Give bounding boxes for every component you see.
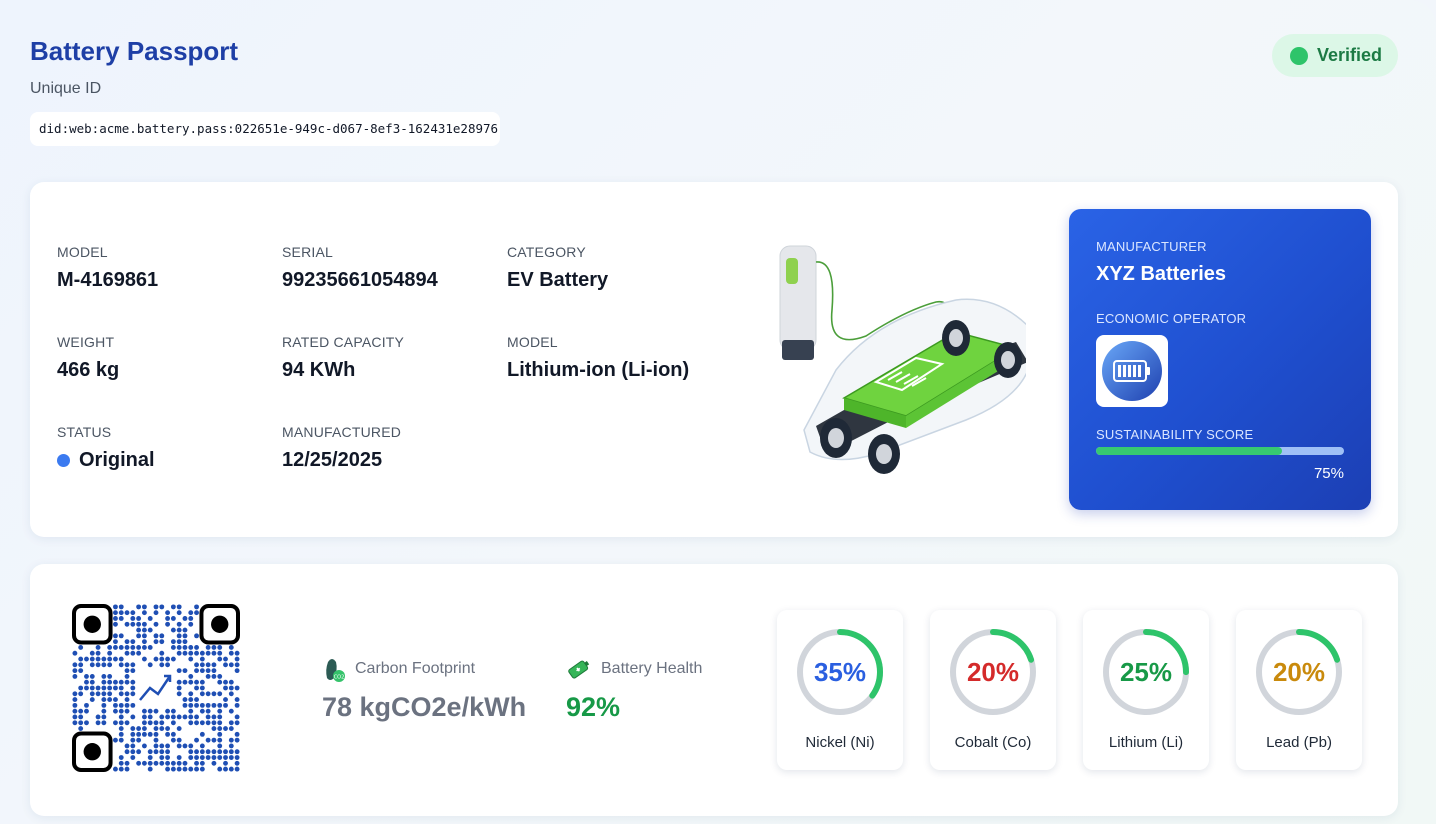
- material-percent: 35%: [813, 657, 867, 687]
- material-card: 20% Lead (Pb): [1236, 610, 1362, 770]
- page-title: Battery Passport: [30, 36, 239, 66]
- spec-status: STATUS Original: [57, 424, 155, 472]
- spec-weight-label: WEIGHT: [57, 334, 115, 350]
- material-card: 20% Cobalt (Co): [930, 610, 1056, 770]
- spec-capacity: RATED CAPACITY 94 KWh: [282, 334, 404, 382]
- qr-code[interactable]: [72, 604, 240, 772]
- spec-status-label: STATUS: [57, 424, 112, 440]
- spec-capacity-label: RATED CAPACITY: [282, 334, 405, 350]
- material-name: Lead (Pb): [1266, 734, 1332, 751]
- spec-model: MODEL M-4169861: [57, 244, 158, 292]
- status-dot-icon: [57, 454, 70, 467]
- spec-chemistry-value: Lithium-ion (Li-ion): [507, 359, 690, 381]
- footprint-icon: CO2: [326, 659, 345, 682]
- material-percent: 20%: [1272, 657, 1326, 687]
- carbon-footprint-metric: CO2 Carbon Footprint 78 kgCO2e/kWh: [322, 656, 526, 723]
- material-percent: 20%: [966, 657, 1020, 687]
- spec-chemistry-label: MODEL: [507, 334, 558, 350]
- spec-status-value: Original: [79, 449, 155, 471]
- spec-capacity-value: 94 KWh: [282, 359, 356, 381]
- material-percent: 25%: [1119, 657, 1173, 687]
- spec-category-value: EV Battery: [507, 269, 609, 291]
- sustainability-score-fill: [1096, 447, 1282, 455]
- manufacturer-name: XYZ Batteries: [1096, 263, 1227, 285]
- sustainability-score-bar: [1096, 447, 1344, 455]
- qr-finder-pattern: [72, 604, 113, 645]
- battery-logo-icon: [1102, 341, 1162, 401]
- unique-id-label: Unique ID: [30, 80, 102, 97]
- material-card: 35% Nickel (Ni): [777, 610, 903, 770]
- material-name: Nickel (Ni): [805, 734, 875, 751]
- battery-health-metric: Battery Health 92%: [566, 656, 702, 723]
- carbon-footprint-value: 78 kgCO2e/kWh: [322, 692, 527, 722]
- qr-finder-pattern: [72, 731, 113, 772]
- battery-health-label: Battery Health: [601, 660, 703, 677]
- battery-health-icon: [568, 660, 590, 679]
- sustainability-card: CO2 Carbon Footprint 78 kgCO2e/kWh Batte…: [30, 564, 1398, 816]
- carbon-footprint-label: Carbon Footprint: [355, 660, 476, 677]
- economic-operator-logo[interactable]: [1096, 335, 1168, 407]
- page-edge: [1436, 0, 1446, 824]
- spec-model-value: M-4169861: [57, 269, 159, 291]
- spec-category: CATEGORY EV Battery: [507, 244, 608, 292]
- spec-serial-label: SERIAL: [282, 244, 333, 260]
- manufacturer-panel: MANUFACTURER XYZ Batteries ECONOMIC OPER…: [1069, 209, 1371, 510]
- spec-chemistry: MODEL Lithium-ion (Li-ion): [507, 334, 689, 382]
- verified-label: Verified: [1317, 45, 1383, 65]
- spec-model-label: MODEL: [57, 244, 108, 260]
- material-name: Lithium (Li): [1108, 734, 1184, 751]
- qr-finder-pattern: [199, 604, 240, 645]
- spec-category-label: CATEGORY: [507, 244, 586, 260]
- manufacturer-label: MANUFACTURER: [1096, 239, 1207, 254]
- ev-battery-illustration: [779, 245, 1026, 474]
- spec-weight-value: 466 kg: [57, 359, 120, 381]
- spec-manufactured-label: MANUFACTURED: [282, 424, 402, 440]
- material-name: Cobalt (Co): [954, 734, 1032, 751]
- spec-status-row: Original: [57, 449, 155, 472]
- verified-badge: Verified: [1272, 34, 1398, 77]
- spec-serial-value: 99235661054894: [282, 269, 438, 291]
- battery-details-card: MODEL M-4169861 SERIAL 99235661054894 CA…: [30, 182, 1398, 537]
- material-card: 25% Lithium (Li): [1083, 610, 1209, 770]
- unique-id-value[interactable]: did:web:acme.battery.pass:022651e-949c-d…: [30, 112, 500, 146]
- verified-dot-icon: [1290, 46, 1308, 65]
- spec-serial: SERIAL 99235661054894: [282, 244, 438, 292]
- sustainability-score-label: SUSTAINABILITY SCORE: [1096, 427, 1254, 442]
- spec-manufactured-value: 12/25/2025: [282, 449, 383, 471]
- battery-health-value: 92%: [566, 692, 621, 722]
- spec-manufactured: MANUFACTURED 12/25/2025: [282, 424, 401, 472]
- spec-weight: WEIGHT 466 kg: [57, 334, 119, 382]
- economic-operator-label: ECONOMIC OPERATOR: [1096, 311, 1247, 326]
- sustainability-score-value: 75%: [1313, 465, 1344, 482]
- svg-text:CO2: CO2: [334, 675, 345, 681]
- trend-chart-icon: [136, 668, 176, 708]
